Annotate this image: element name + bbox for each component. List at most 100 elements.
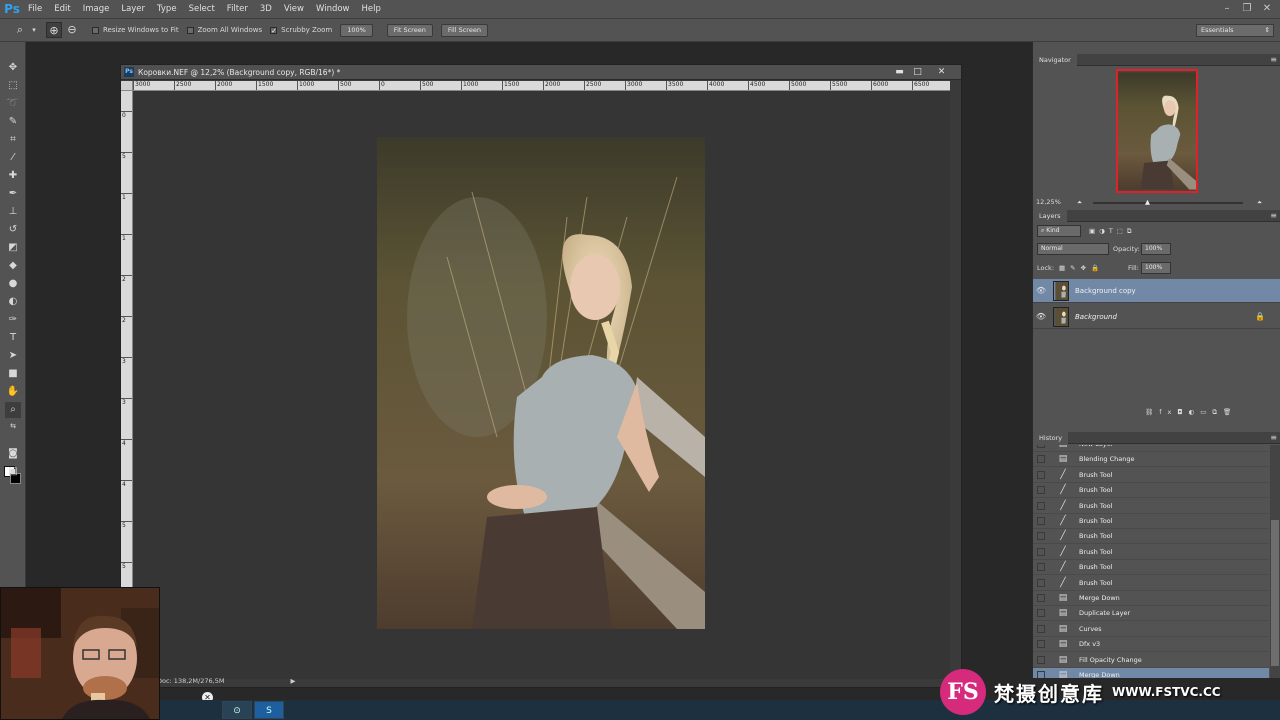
rectangle-tool-icon[interactable]: ■ <box>5 366 21 382</box>
panel-menu-icon[interactable]: ≡ <box>1270 210 1277 222</box>
history-scroll-thumb[interactable] <box>1271 520 1279 666</box>
app-restore-button[interactable]: ❐ <box>1238 0 1256 18</box>
menu-help[interactable]: Help <box>356 0 387 18</box>
taskbar-app-icon[interactable]: ⊙ <box>222 701 252 719</box>
doc-close-button[interactable]: ✕ <box>933 65 950 80</box>
history-brush-tool-icon[interactable]: ↺ <box>5 222 21 238</box>
pen-tool-icon[interactable]: ✑ <box>5 312 21 328</box>
history-snapshot-box[interactable] <box>1037 547 1045 556</box>
history-row[interactable]: ╱ Brush Tool <box>1033 545 1269 560</box>
type-tool-icon[interactable]: T <box>5 330 21 346</box>
eyedropper-tool-icon[interactable]: ⁄ <box>5 150 21 166</box>
document-status[interactable]: Doc: 138,2M/276,5M ▶ <box>157 677 296 685</box>
history-snapshot-box[interactable] <box>1037 578 1045 587</box>
eraser-tool-icon[interactable]: ◩ <box>5 240 21 256</box>
healing-brush-tool-icon[interactable]: ✚ <box>5 168 21 184</box>
fill-input[interactable]: 100% <box>1141 262 1171 274</box>
history-row[interactable]: ╱ Brush Tool <box>1033 560 1269 576</box>
history-snapshot-box[interactable] <box>1037 655 1045 664</box>
tab-history[interactable]: History <box>1033 432 1069 444</box>
blend-mode-select[interactable]: Normal <box>1037 243 1109 255</box>
navigator-zoom-value[interactable]: 12,25% <box>1036 198 1061 206</box>
tool-preset-dropdown-icon[interactable]: ▾ <box>30 22 38 38</box>
app-close-button[interactable]: ✕ <box>1258 0 1276 18</box>
panel-menu-icon[interactable]: ≡ <box>1270 54 1277 66</box>
history-row[interactable]: ╱ Brush Tool <box>1033 483 1269 499</box>
resize-windows-checkbox[interactable]: Resize Windows to Fit <box>92 26 179 34</box>
zoom-all-windows-checkbox[interactable]: Zoom All Windows <box>186 26 262 34</box>
fit-screen-button[interactable]: Fit Screen <box>386 23 433 37</box>
fill-screen-button[interactable]: Fill Screen <box>440 23 488 37</box>
eye-visibility-icon[interactable]: 👁 <box>1033 286 1049 295</box>
history-snapshot-box[interactable] <box>1037 470 1045 479</box>
blur-tool-icon[interactable]: ● <box>5 276 21 292</box>
history-snapshot-box[interactable] <box>1037 594 1045 602</box>
history-snapshot-box[interactable] <box>1037 517 1045 525</box>
zoom-tool-icon[interactable]: ⌕ <box>5 402 21 418</box>
zoom-tool-icon[interactable]: ⌕ <box>12 22 28 38</box>
canvas-area[interactable] <box>133 91 950 679</box>
clone-stamp-tool-icon[interactable]: ⊥ <box>5 204 21 220</box>
panel-menu-icon[interactable]: ≡ <box>1270 432 1277 444</box>
swap-colors-icon[interactable]: ⇆ <box>5 418 21 434</box>
layer-filter-icons[interactable]: ▣◑T⬚⧉ <box>1089 225 1179 237</box>
status-menu-arrow-icon[interactable]: ▶ <box>291 677 296 685</box>
menu-type[interactable]: Type <box>151 0 183 18</box>
history-row[interactable]: ▤ Merge Down <box>1033 591 1269 606</box>
paint-bucket-tool-icon[interactable]: ◆ <box>5 258 21 274</box>
tab-layers[interactable]: Layers <box>1033 210 1067 222</box>
hand-tool-icon[interactable]: ✋ <box>5 384 21 400</box>
menu-3d[interactable]: 3D <box>254 0 278 18</box>
history-snapshot-box[interactable] <box>1037 640 1045 649</box>
history-row[interactable]: ╱ Brush Tool <box>1033 529 1269 545</box>
layers-footer-icons[interactable]: ⛓fx◘◐▭⧉🗑 <box>1145 406 1237 418</box>
doc-minimize-button[interactable]: ▬ <box>891 65 908 80</box>
brush-tool-icon[interactable]: ✒ <box>5 186 21 202</box>
history-row[interactable]: ▤ Curves <box>1033 622 1269 637</box>
move-tool-icon[interactable]: ✥ <box>5 60 21 76</box>
history-snapshot-box[interactable] <box>1037 486 1045 495</box>
menu-select[interactable]: Select <box>183 0 221 18</box>
screen-mode-icon[interactable]: ▣ <box>5 464 21 480</box>
history-snapshot-box[interactable] <box>1037 501 1045 510</box>
zoom-100-button[interactable]: 100% <box>340 23 373 37</box>
history-row[interactable]: ╱ Brush Tool <box>1033 468 1269 483</box>
history-snapshot-box[interactable] <box>1037 609 1045 618</box>
menu-edit[interactable]: Edit <box>48 0 76 18</box>
zoom-slider-thumb-icon[interactable]: ▲ <box>1145 196 1150 208</box>
doc-restore-button[interactable]: □ <box>909 65 926 80</box>
menu-window[interactable]: Window <box>310 0 356 18</box>
history-row[interactable]: ▤ Duplicate Layer <box>1033 606 1269 622</box>
menu-filter[interactable]: Filter <box>221 0 254 18</box>
opacity-input[interactable]: 100% <box>1141 243 1171 255</box>
history-row[interactable]: ╱ Brush Tool <box>1033 499 1269 514</box>
zoom-in-icon[interactable]: ⊕ <box>46 22 62 38</box>
zoom-out-small-icon[interactable]: ⏶ <box>1077 196 1082 208</box>
path-selection-tool-icon[interactable]: ➤ <box>5 348 21 364</box>
layer-name[interactable]: Background <box>1075 313 1117 321</box>
scrubby-zoom-checkbox[interactable]: ✓ Scrubby Zoom <box>270 26 332 34</box>
app-minimize-button[interactable]: – <box>1218 0 1236 18</box>
menu-view[interactable]: View <box>278 0 310 18</box>
taskbar-skype-icon[interactable]: S <box>254 701 284 719</box>
zoom-out-icon[interactable]: ⊖ <box>64 22 80 38</box>
lasso-tool-icon[interactable]: ➰ <box>5 96 21 112</box>
history-snapshot-box[interactable] <box>1037 532 1045 541</box>
history-row[interactable]: ╱ Brush Tool <box>1033 514 1269 529</box>
history-snapshot-box[interactable] <box>1037 624 1045 633</box>
workspace-select[interactable]: Essentials ⇕ <box>1196 24 1274 37</box>
dodge-tool-icon[interactable]: ◐ <box>5 294 21 310</box>
history-row[interactable]: ▤ New Layer <box>1033 445 1269 452</box>
document-titlebar[interactable]: Ps Коровки.NEF @ 12,2% (Background copy,… <box>121 65 961 80</box>
menu-image[interactable]: Image <box>77 0 116 18</box>
layer-name[interactable]: Background copy <box>1075 287 1136 295</box>
quick-selection-tool-icon[interactable]: ✎ <box>5 114 21 130</box>
history-row[interactable]: ╱ Brush Tool <box>1033 576 1269 591</box>
history-snapshot-box[interactable] <box>1037 455 1045 464</box>
menu-layer[interactable]: Layer <box>115 0 151 18</box>
history-snapshot-box[interactable] <box>1037 563 1045 572</box>
history-snapshot-box[interactable] <box>1037 445 1045 448</box>
layer-row[interactable]: 👁 Background 🔒 <box>1033 305 1280 329</box>
menu-file[interactable]: File <box>22 0 48 18</box>
zoom-in-small-icon[interactable]: ⏶ <box>1257 196 1262 208</box>
